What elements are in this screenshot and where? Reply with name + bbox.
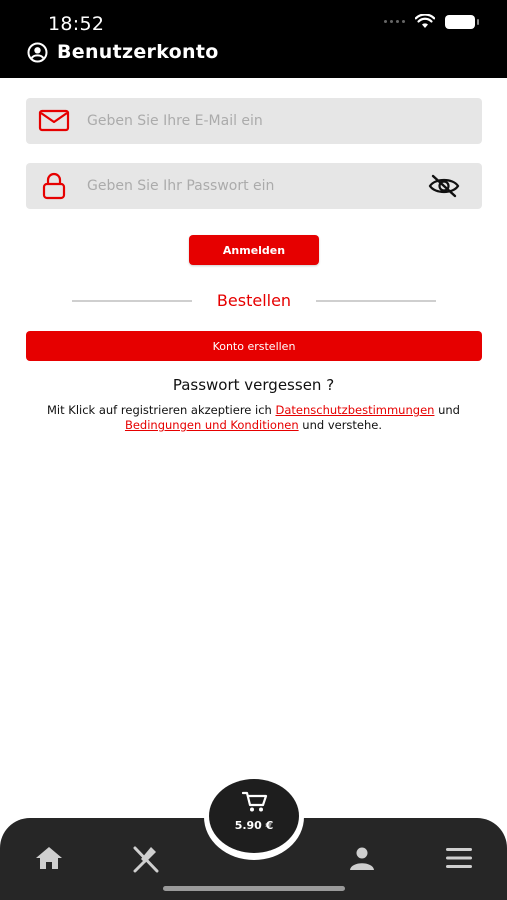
- divider-left: [72, 300, 192, 302]
- cellular-icon: [384, 20, 405, 23]
- eye-off-icon[interactable]: [428, 174, 460, 198]
- app-screen: 18:52 Benutzerkonto Geben Sie Ihre E-Mai: [0, 0, 507, 900]
- divider-right: [316, 300, 436, 302]
- password-placeholder: Geben Sie Ihr Passwort ein: [87, 178, 275, 194]
- terms-suffix: und verstehe.: [302, 418, 383, 432]
- menu-icon[interactable]: [445, 845, 473, 871]
- create-account-button[interactable]: Konto erstellen: [26, 331, 482, 361]
- user-icon[interactable]: [348, 845, 376, 871]
- home-indicator: [163, 886, 345, 891]
- lock-icon: [42, 172, 66, 200]
- header-title-row: Benutzerkonto: [27, 41, 219, 63]
- terms-prefix: Mit Klick auf registrieren akzeptiere ic…: [47, 403, 272, 417]
- restaurant-icon[interactable]: [131, 845, 161, 873]
- status-icons: [384, 14, 479, 29]
- cart-icon: [242, 791, 268, 812]
- battery-icon: [445, 14, 479, 29]
- conditions-link[interactable]: Bedingungen und Konditionen: [125, 418, 299, 432]
- terms-and: und: [438, 403, 460, 417]
- login-button[interactable]: Anmelden: [189, 235, 319, 265]
- mail-icon: [38, 109, 70, 132]
- privacy-link[interactable]: Datenschutzbestimmungen: [276, 403, 435, 417]
- terms-text: Mit Klick auf registrieren akzeptiere ic…: [20, 403, 487, 433]
- home-icon[interactable]: [35, 845, 63, 871]
- forgot-password-link[interactable]: Passwort vergessen ?: [0, 376, 507, 394]
- password-field[interactable]: Geben Sie Ihr Passwort ein: [26, 163, 482, 209]
- user-circle-icon: [27, 42, 48, 62]
- cart-price: 5.90 €: [234, 819, 274, 832]
- cart-button[interactable]: 5.90 €: [209, 779, 299, 853]
- email-field[interactable]: Geben Sie Ihre E-Mail ein: [26, 98, 482, 144]
- header: 18:52 Benutzerkonto: [0, 0, 507, 78]
- email-placeholder: Geben Sie Ihre E-Mail ein: [87, 113, 263, 129]
- wifi-icon: [415, 14, 435, 28]
- page-title: Benutzerkonto: [57, 41, 219, 63]
- status-time: 18:52: [48, 13, 105, 35]
- order-label: Bestellen: [216, 291, 292, 310]
